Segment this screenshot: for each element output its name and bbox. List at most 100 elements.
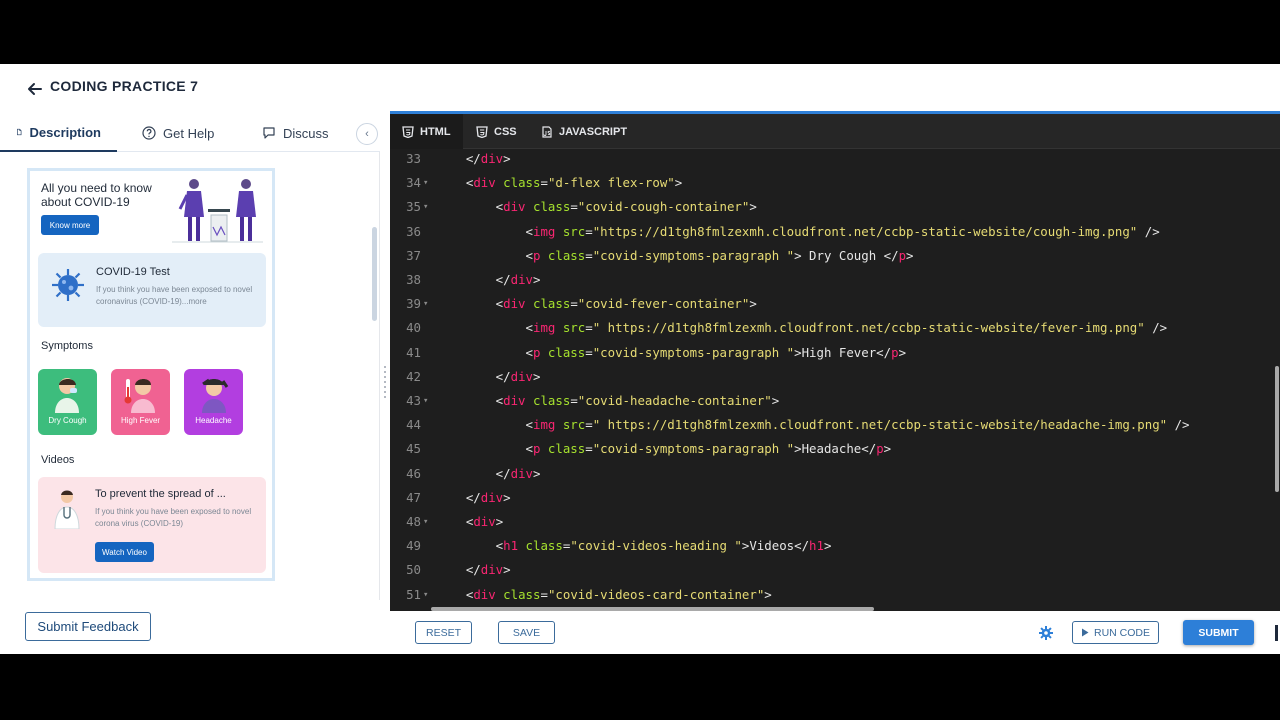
- watch-video-button[interactable]: Watch Video: [95, 542, 154, 562]
- line-number: 37: [406, 247, 421, 263]
- line-number: 34: [406, 175, 421, 191]
- app: CODING PRACTICE 7 Description Get Help D…: [0, 64, 1280, 654]
- code-area[interactable]: 33 </div> 34 ▾ <div class="d-flex flex-row…: [390, 149, 1280, 607]
- reset-button[interactable]: RESET: [415, 621, 472, 644]
- code-line[interactable]: 37 <p class="covid-symptoms-paragraph ">…: [390, 244, 1270, 268]
- code-text: </div>: [436, 562, 511, 578]
- symptom-label: Headache: [195, 416, 232, 425]
- vertical-scrollbar[interactable]: [1275, 366, 1279, 492]
- code-line[interactable]: 45 <p class="covid-symptoms-paragraph ">…: [390, 437, 1270, 461]
- code-line[interactable]: 50 </div>: [390, 558, 1270, 582]
- code-text: <div class="d-flex flex-row">: [436, 175, 683, 191]
- code-editor: HTML CSS JAVASCRIPT 33 </div> 34 ▾ <div cl…: [390, 114, 1280, 611]
- editor-action-bar: RESET SAVE RUN CODE SUBMIT: [390, 611, 1280, 654]
- headache-person-icon: [202, 378, 229, 413]
- fold-arrow-icon[interactable]: ▾: [423, 292, 428, 316]
- line-number: 48: [406, 514, 421, 529]
- description-panel: Description Get Help Discuss ‹ All you n…: [0, 114, 380, 654]
- code-line[interactable]: 44 <img src=" https://d1tgh8fmlzexmh.clo…: [390, 413, 1270, 437]
- symptoms-heading: Symptoms: [41, 340, 93, 352]
- line-number: 46: [406, 465, 421, 481]
- code-line[interactable]: 46 </div>: [390, 462, 1270, 486]
- panel-edge: [1275, 625, 1278, 641]
- code-line[interactable]: 41 <p class="covid-symptoms-paragraph ">…: [390, 341, 1270, 365]
- css3-icon: [476, 125, 488, 138]
- code-line[interactable]: 34 ▾ <div class="d-flex flex-row">: [390, 171, 1270, 195]
- arrow-left-icon[interactable]: [24, 78, 44, 98]
- code-text: </div>: [436, 368, 541, 384]
- code-line[interactable]: 43 ▾ <div class="covid-headache-container…: [390, 389, 1270, 413]
- tab-label: CSS: [494, 125, 517, 138]
- description-tabs: Description Get Help Discuss ‹: [0, 114, 380, 152]
- know-more-button[interactable]: Know more: [41, 215, 99, 235]
- fold-arrow-icon[interactable]: ▾: [423, 583, 428, 607]
- line-number: 45: [406, 441, 421, 457]
- tab-html[interactable]: HTML: [390, 114, 463, 149]
- code-line[interactable]: 42 </div>: [390, 365, 1270, 389]
- fold-arrow-icon[interactable]: ▾: [423, 171, 428, 195]
- fold-arrow-icon[interactable]: ▾: [423, 195, 428, 219]
- fold-arrow-icon[interactable]: ▾: [423, 389, 428, 413]
- code-text: <div class="covid-videos-card-container"…: [436, 586, 772, 602]
- code-line[interactable]: 36 <img src="https://d1tgh8fmlzexmh.clou…: [390, 220, 1270, 244]
- line-number: 40: [406, 320, 421, 336]
- code-text: <img src="https://d1tgh8fmlzexmh.cloudfr…: [436, 223, 1160, 239]
- video-card-description: If you think you have been exposed to no…: [95, 507, 252, 528]
- tab-description[interactable]: Description: [0, 114, 117, 152]
- run-code-button[interactable]: RUN CODE: [1072, 621, 1159, 644]
- preview-area: All you need to know about COVID-19 Know…: [0, 152, 380, 600]
- symptom-card-headache[interactable]: Headache: [184, 369, 243, 435]
- line-number: 50: [406, 562, 421, 578]
- fold-arrow-icon[interactable]: ▾: [423, 510, 428, 534]
- tab-get-help[interactable]: Get Help: [142, 114, 214, 152]
- symptom-card-high-fever[interactable]: High Fever: [111, 369, 170, 435]
- line-number: 39: [406, 296, 421, 312]
- symptom-card-dry-cough[interactable]: Dry Cough: [38, 369, 97, 435]
- code-text: </div>: [436, 465, 541, 481]
- preview-scrollbar[interactable]: [372, 227, 377, 321]
- covid-test-card[interactable]: COVID-19 Test If you think you have been…: [38, 253, 266, 327]
- code-line[interactable]: 40 <img src=" https://d1tgh8fmlzexmh.clo…: [390, 316, 1270, 340]
- code-line[interactable]: 38 </div>: [390, 268, 1270, 292]
- video-card: To prevent the spread of ... If you thin…: [38, 477, 266, 573]
- js-file-icon: [542, 125, 552, 138]
- collapse-panel-button[interactable]: ‹: [356, 123, 378, 145]
- covid-page-preview: All you need to know about COVID-19 Know…: [27, 168, 275, 581]
- tab-javascript[interactable]: JAVASCRIPT: [541, 114, 627, 149]
- submit-button[interactable]: SUBMIT: [1183, 620, 1254, 645]
- code-text: <div class="covid-cough-container">: [436, 199, 757, 215]
- line-number: 35: [406, 199, 421, 215]
- tab-label: Get Help: [163, 125, 215, 141]
- tab-css[interactable]: CSS: [476, 114, 517, 149]
- submit-feedback-button[interactable]: Submit Feedback: [25, 612, 151, 641]
- resize-handle-icon[interactable]: [383, 364, 387, 400]
- hero-title: All you need to know about COVID-19: [41, 181, 152, 209]
- code-line[interactable]: 39 ▾ <div class="covid-fever-container">: [390, 292, 1270, 316]
- gear-icon[interactable]: [1039, 626, 1053, 640]
- code-line[interactable]: 48 ▾ <div>: [390, 510, 1270, 534]
- symptom-label: High Fever: [120, 416, 161, 425]
- videos-heading: Videos: [41, 454, 75, 466]
- page-title: CODING PRACTICE 7: [50, 78, 199, 94]
- tab-discuss[interactable]: Discuss: [262, 114, 329, 152]
- code-text: <img src=" https://d1tgh8fmlzexmh.cloudf…: [436, 320, 1168, 336]
- coughing-person-icon: [55, 378, 79, 413]
- doctors-illustration-icon: [172, 179, 263, 243]
- document-icon: [17, 128, 22, 136]
- code-line[interactable]: 35 ▾ <div class="covid-cough-container">: [390, 195, 1270, 219]
- header: CODING PRACTICE 7: [0, 64, 1280, 114]
- code-text: <h1 class="covid-videos-heading ">Videos…: [436, 538, 832, 554]
- run-code-label: RUN CODE: [1093, 626, 1150, 639]
- editor-tabs: HTML CSS JAVASCRIPT: [390, 114, 1280, 149]
- code-line[interactable]: 49 <h1 class="covid-videos-heading ">Vid…: [390, 534, 1270, 558]
- save-button[interactable]: SAVE: [498, 621, 555, 644]
- doctor-icon: [54, 490, 80, 529]
- html5-icon: [402, 125, 414, 138]
- code-line[interactable]: 51 ▾ <div class="covid-videos-card-contai…: [390, 583, 1270, 607]
- code-line[interactable]: 47 </div>: [390, 486, 1270, 510]
- code-line[interactable]: 33 </div>: [390, 149, 1270, 171]
- code-text: </div>: [436, 151, 511, 166]
- code-text: <p class="covid-symptoms-paragraph ">Hea…: [436, 441, 892, 457]
- line-number: 47: [406, 489, 421, 505]
- code-text: <p class="covid-symptoms-paragraph "> Dr…: [436, 247, 914, 263]
